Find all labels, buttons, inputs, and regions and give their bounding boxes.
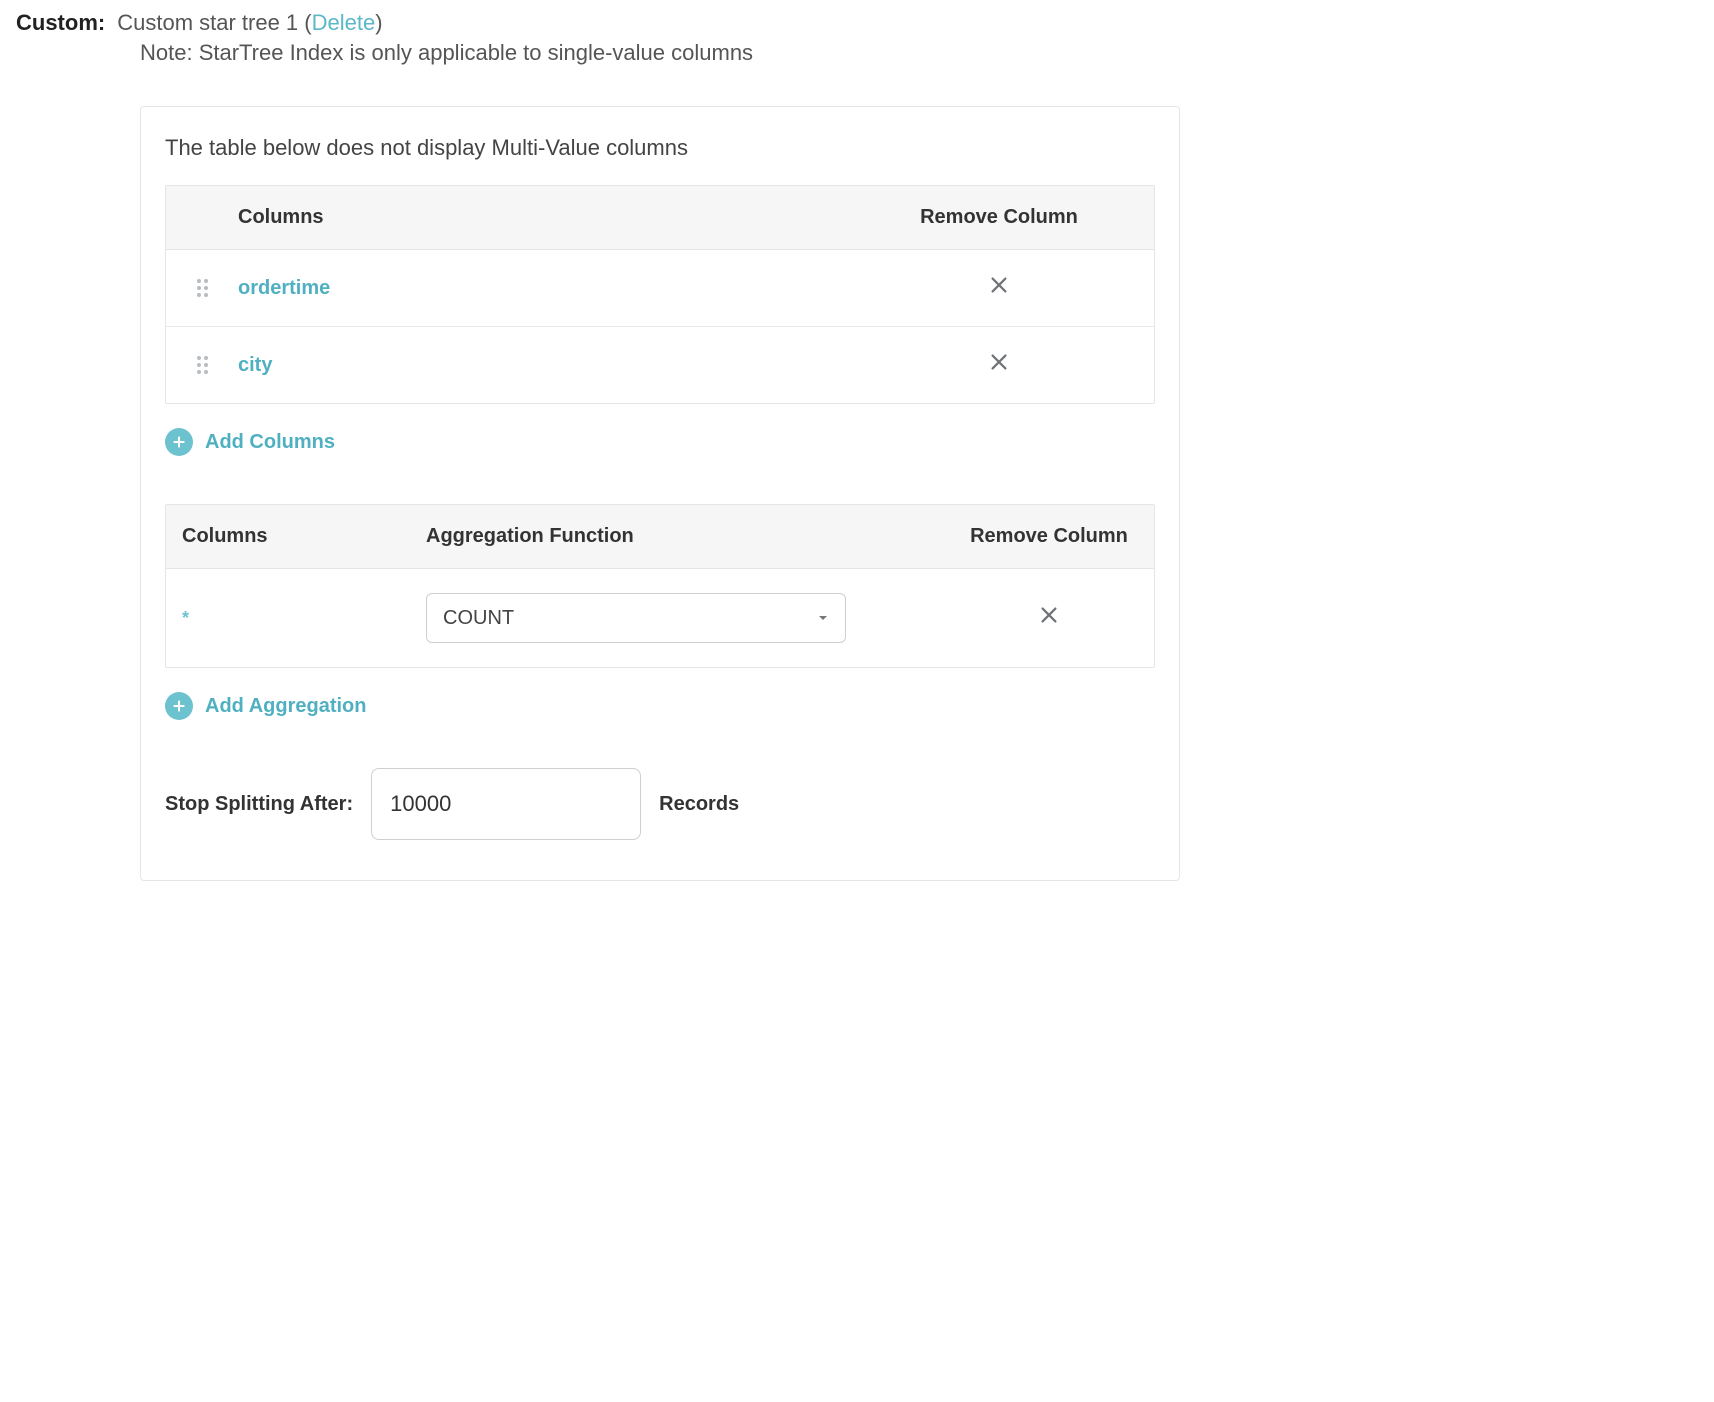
aggregation-table: Columns Aggregation Function Remove Colu… xyxy=(165,504,1155,668)
table-row: city xyxy=(166,327,1154,403)
aggregation-table-header: Columns Aggregation Function Remove Colu… xyxy=(166,505,1154,569)
note-text: Note: StarTree Index is only applicable … xyxy=(140,40,1698,66)
config-panel: The table below does not display Multi-V… xyxy=(140,106,1180,881)
aggregation-function-select[interactable]: COUNT xyxy=(426,593,846,643)
remove-aggregation-button[interactable] xyxy=(1038,604,1060,626)
plus-icon xyxy=(171,698,187,714)
add-aggregation-label[interactable]: Add Aggregation xyxy=(205,695,366,718)
agg-column-name: * xyxy=(182,608,189,628)
aggregation-function-value: COUNT xyxy=(443,607,514,630)
drag-handle-icon[interactable] xyxy=(197,356,208,374)
close-icon xyxy=(1038,604,1060,626)
columns-header-remove: Remove Column xyxy=(844,206,1154,229)
columns-table-header: Columns Remove Column xyxy=(166,186,1154,250)
column-name-link[interactable]: ordertime xyxy=(238,277,330,299)
column-name-link[interactable]: city xyxy=(238,354,272,376)
config-title: Custom star tree 1 (Delete) xyxy=(117,10,382,36)
records-label: Records xyxy=(659,793,739,816)
table-row: ordertime xyxy=(166,250,1154,327)
delete-link[interactable]: Delete xyxy=(312,10,376,35)
add-columns-row: Add Columns xyxy=(165,428,1155,456)
add-columns-label[interactable]: Add Columns xyxy=(205,431,335,454)
columns-header-columns: Columns xyxy=(238,206,844,229)
remove-column-button[interactable] xyxy=(988,274,1010,296)
stop-splitting-row: Stop Splitting After: Records xyxy=(165,768,1155,840)
stop-splitting-input[interactable] xyxy=(371,768,641,840)
stop-splitting-label: Stop Splitting After: xyxy=(165,793,353,816)
agg-header-remove: Remove Column xyxy=(944,525,1154,548)
title-prefix: Custom star tree 1 ( xyxy=(117,10,311,35)
title-suffix: ) xyxy=(375,10,382,35)
agg-header-columns: Columns xyxy=(166,525,426,548)
add-columns-button[interactable] xyxy=(165,428,193,456)
custom-label: Custom: xyxy=(16,10,105,36)
columns-table: Columns Remove Column ordertime xyxy=(165,185,1155,404)
agg-header-function: Aggregation Function xyxy=(426,525,944,548)
chevron-down-icon xyxy=(817,607,829,630)
table-row: * COUNT xyxy=(166,569,1154,667)
add-aggregation-row: Add Aggregation xyxy=(165,692,1155,720)
drag-handle-icon[interactable] xyxy=(197,279,208,297)
close-icon xyxy=(988,351,1010,373)
panel-description: The table below does not display Multi-V… xyxy=(165,135,1155,161)
close-icon xyxy=(988,274,1010,296)
remove-column-button[interactable] xyxy=(988,351,1010,373)
add-aggregation-button[interactable] xyxy=(165,692,193,720)
plus-icon xyxy=(171,434,187,450)
